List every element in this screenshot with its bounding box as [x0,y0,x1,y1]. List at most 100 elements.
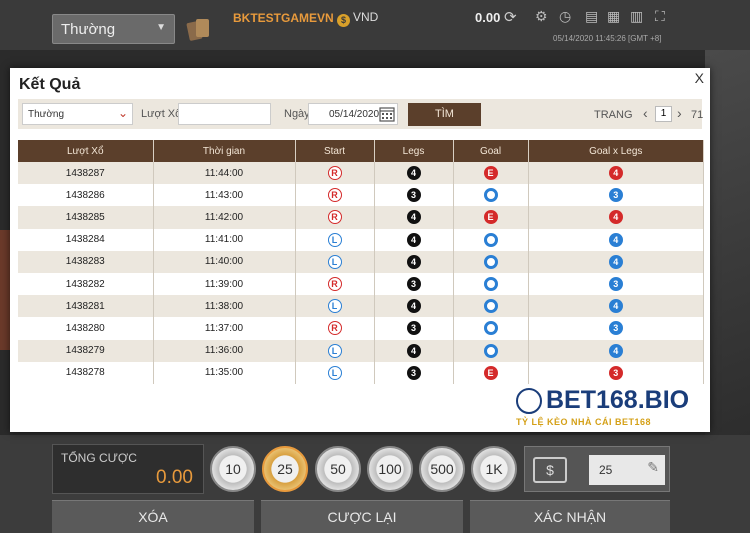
watermark-tagline: TỶ LỆ KÈO NHÀ CÁI BET168 [516,417,652,427]
start-cell: R [295,162,375,185]
goal-cell: E [453,361,529,384]
legs-ball: 4 [406,210,421,225]
legs-cell: 4 [374,206,454,229]
clear-button[interactable]: XÓA [52,500,254,533]
draw-time-cell: 11:35:00 [153,361,296,384]
table-row: 1438281 11:38:00 L 4 O 4 [18,295,704,318]
column-header: Legs [374,140,454,162]
table-header-row: Lượt Xổ Thời gian Start Legs Goal Goal x… [18,140,704,162]
legs-ball: 3 [406,365,421,380]
goal-x-legs-ball: 4 [608,166,623,181]
draw-time: 11:40:00 [204,256,244,268]
chip-1k[interactable]: 1K [471,446,517,492]
draw-time-cell: 11:41:00 [153,228,296,251]
goal-x-legs-cell: 3 [528,361,704,384]
pencil-icon[interactable]: ✎ [647,459,659,476]
draw-time: 11:38:00 [204,300,244,312]
table-row: 1438287 11:44:00 R 4 E 4 [18,162,704,185]
goal-x-legs-ball: 4 [608,343,623,358]
legs-ball: 4 [406,343,421,358]
table-row: 1438284 11:41:00 L 4 O 4 [18,228,704,251]
chip-25[interactable]: 25 [262,446,308,492]
draw-number-cell: 1438285 [18,206,154,229]
document-icon[interactable]: ▤ [585,8,598,25]
draw-time-cell: 11:43:00 [153,184,296,207]
modal-title: Kết Quả [19,76,81,93]
draw-time: 11:36:00 [204,345,244,357]
legs-cell: 3 [374,317,454,340]
chip-100[interactable]: 100 [367,446,413,492]
goal-x-legs-ball: 4 [608,299,623,314]
draw-number: 1438286 [65,189,105,201]
legs-cell: 3 [374,272,454,296]
chevron-down-icon: ⌄ [117,106,128,120]
notes-icon[interactable]: ▦ [607,8,620,25]
legs-cell: 4 [374,339,454,362]
custom-stake-box: $ 25 ✎ [524,446,670,492]
draw-time-cell: 11:39:00 [153,272,296,296]
table-row: 1438282 11:39:00 R 3 O 3 [18,272,704,296]
total-bet-value: 0.00 [156,467,193,488]
draw-number-input[interactable] [178,103,271,125]
bet-type-select[interactable]: Thường ⌄ [22,103,133,125]
draw-label: Lượt Xổ [141,108,182,120]
cards-icon[interactable] [186,16,212,42]
goal-cell: O [453,339,529,362]
start-cell: R [295,317,375,340]
draw-number-cell: 1438281 [18,295,154,318]
column-header: Thời gian [153,140,296,162]
chevron-left-icon[interactable]: ‹ [643,105,648,121]
goal-cell: O [453,295,529,318]
currency: $ VND [337,10,378,27]
legs-ball: 4 [406,254,421,269]
goal-x-legs-ball: 3 [608,188,623,203]
legs-ball: 4 [406,166,421,181]
close-icon[interactable]: X [695,70,704,86]
start-cell: R [295,206,375,229]
start-cell: L [295,250,375,273]
table-row: 1438286 11:43:00 R 3 O 3 [18,184,704,207]
draw-time: 11:43:00 [204,189,244,201]
chevron-right-icon[interactable]: › [677,105,682,121]
results-filter-bar: Thường ⌄ Lượt Xổ Ngày 05/14/2020 TÌM TRA… [18,99,703,129]
goal-cell: O [453,228,529,251]
draw-time: 11:39:00 [204,278,244,290]
goal-ball: O [483,299,498,314]
dollar-icon: $ [533,457,567,483]
chip-10[interactable]: 10 [210,446,256,492]
bet168-logo [516,388,542,414]
watermark: BET168.BIO TỶ LỆ KÈO NHÀ CÁI BET168 [516,386,696,432]
rebet-button[interactable]: CƯỢC LẠI [261,500,463,533]
coin-icon: $ [337,14,350,27]
refresh-icon[interactable]: ⟳ [504,8,517,26]
draw-number: 1438287 [65,167,105,179]
draw-time: 11:35:00 [204,367,244,379]
page-input[interactable]: 1 [655,106,672,122]
brand-name: BKTESTGAMEVN [233,11,334,25]
game-mode-value: Thường [61,21,116,38]
draw-number: 1438285 [65,211,105,223]
goal-x-legs-ball: 4 [608,210,623,225]
settings-icon[interactable]: ⚙ [535,8,548,25]
goal-ball: O [483,343,498,358]
search-button[interactable]: TÌM [408,103,481,126]
legs-ball: 4 [406,299,421,314]
chip-500[interactable]: 500 [419,446,465,492]
start-ball: L [327,254,342,269]
draw-number-cell: 1438287 [18,162,154,185]
book-icon[interactable]: ▥ [630,8,643,25]
legs-ball: 3 [406,277,421,292]
draw-number: 1438282 [65,278,105,290]
server-datetime: 05/14/2020 11:45:26 [GMT +8] [553,34,662,43]
goal-cell: E [453,206,529,229]
fullscreen-icon[interactable]: ⛶ [655,8,665,25]
goal-cell: O [453,250,529,273]
draw-time-cell: 11:38:00 [153,295,296,318]
history-icon[interactable]: ◷ [559,8,571,25]
goal-x-legs-ball: 4 [608,232,623,247]
confirm-button[interactable]: XÁC NHẬN [470,500,670,533]
goal-x-legs-cell: 4 [528,295,704,318]
game-mode-select[interactable]: Thường ▼ [52,14,175,44]
calendar-icon[interactable] [379,106,395,122]
chip-50[interactable]: 50 [315,446,361,492]
